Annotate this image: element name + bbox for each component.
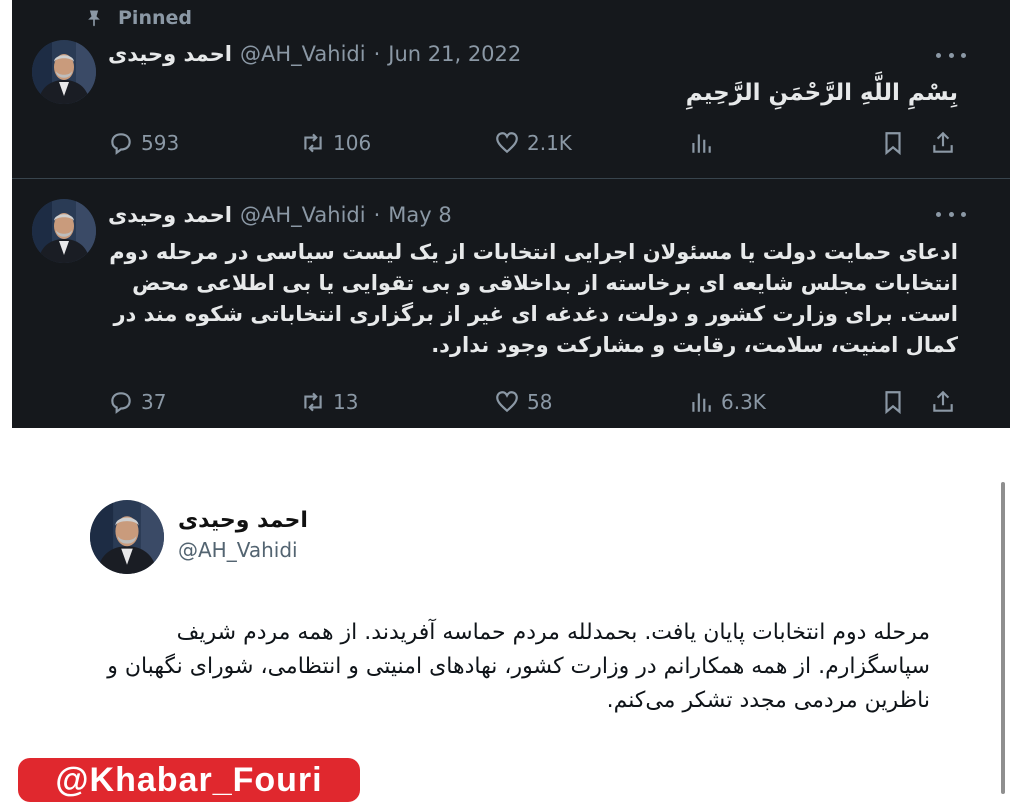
reply-icon [111, 392, 131, 414]
heart-icon [496, 132, 518, 154]
reply-button[interactable]: 37 [108, 387, 166, 417]
separator-dot: · [373, 203, 381, 227]
retweet-button[interactable]: 13 [300, 387, 358, 417]
more-options-icon[interactable] [936, 50, 966, 60]
view-count: 6.3K [721, 390, 766, 414]
author-name[interactable]: احمد وحیدی [108, 203, 232, 227]
tweet-header: احمد وحیدی @AH_Vahidi · May 8 [108, 201, 452, 229]
reply-count: 37 [141, 390, 167, 414]
heart-icon [496, 391, 518, 413]
tweet-text: بِسْمِ اللَّهِ الرَّحْمَنِ الرَّحِيمِ [685, 80, 958, 106]
bookmark-icon [885, 391, 901, 415]
bookmark-icon [885, 132, 901, 156]
reply-icon [111, 133, 131, 155]
like-count: 2.1K [527, 131, 572, 155]
author-name[interactable]: احمد وحیدی [108, 42, 232, 66]
avatar[interactable] [32, 40, 96, 104]
author-handle[interactable]: @AH_Vahidi [178, 538, 298, 562]
separator-dot: · [373, 42, 381, 66]
analytics-icon [692, 393, 711, 412]
analytics-icon [692, 134, 711, 153]
tweet-card-light[interactable]: احمد وحیدی @AH_Vahidi مرحله دوم انتخابات… [0, 428, 1024, 806]
tweet-latest[interactable]: احمد وحیدی @AH_Vahidi · May 8 ادعای حمای… [12, 179, 1010, 428]
bookmark-button[interactable] [880, 128, 906, 158]
bookmark-button[interactable] [880, 387, 906, 417]
timeline-panel: Pinned احمد وحیدی @AH_Vahidi · Jun 21, 2… [12, 0, 1010, 428]
tweet-header: احمد وحیدی @AH_Vahidi · Jun 21, 2022 [108, 40, 521, 68]
views-button[interactable] [688, 128, 721, 158]
scrollbar[interactable] [1001, 482, 1005, 794]
tweet-date[interactable]: Jun 21, 2022 [388, 42, 521, 66]
tweet-actions: 37 13 58 6.3K [12, 387, 1010, 417]
avatar[interactable] [90, 500, 164, 574]
views-button[interactable]: 6.3K [688, 387, 766, 417]
tweet-actions: 593 106 2.1K [12, 128, 1010, 158]
reply-button[interactable]: 593 [108, 128, 179, 158]
author-handle[interactable]: @AH_Vahidi [240, 203, 366, 227]
watermark-badge: @Khabar_Fouri [18, 758, 360, 802]
author-name[interactable]: احمد وحیدی [178, 508, 308, 533]
tweet-text: مرحله دوم انتخابات پایان یافت. بحمدلله م… [107, 620, 930, 713]
share-button[interactable] [930, 128, 956, 158]
retweet-button[interactable]: 106 [300, 128, 371, 158]
retweet-icon [304, 133, 322, 153]
tweet-text: ادعای حمایت دولت یا مسئولان اجرایی انتخا… [109, 240, 958, 357]
reply-count: 593 [141, 131, 180, 155]
tweet-pinned[interactable]: احمد وحیدی @AH_Vahidi · Jun 21, 2022 بِس… [12, 0, 1010, 178]
author-handle[interactable]: @AH_Vahidi [240, 42, 366, 66]
share-button[interactable] [930, 387, 956, 417]
more-options-icon[interactable] [936, 209, 966, 219]
share-icon [933, 390, 953, 412]
like-button[interactable]: 58 [494, 387, 552, 417]
retweet-count: 106 [333, 131, 372, 155]
retweet-count: 13 [333, 390, 359, 414]
share-icon [933, 131, 953, 153]
retweet-icon [304, 392, 322, 412]
like-count: 58 [527, 390, 553, 414]
like-button[interactable]: 2.1K [494, 128, 572, 158]
tweet-date[interactable]: May 8 [388, 203, 451, 227]
